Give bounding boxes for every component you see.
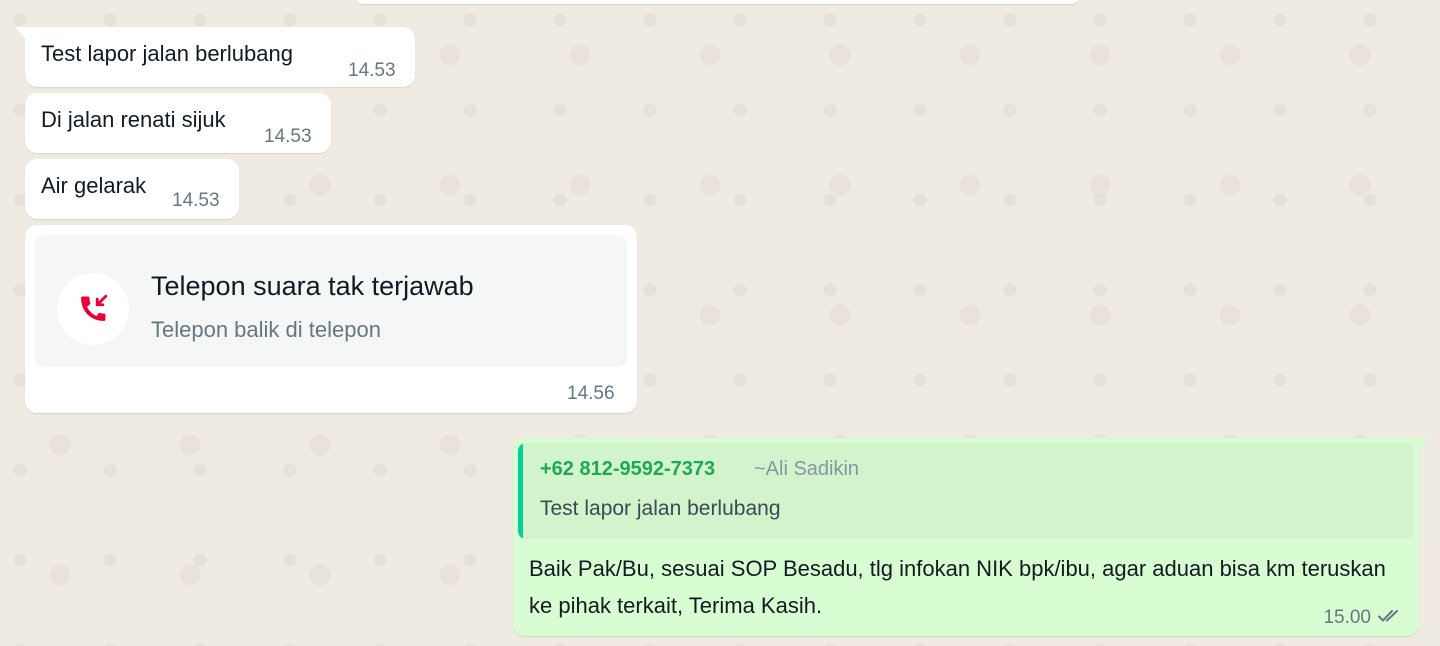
call-title: Telepon suara tak terjawab: [151, 271, 474, 301]
message-time: 14.53: [348, 60, 396, 81]
quoted-message[interactable]: +62 812-9592-7373 ~Ali Sadikin Test lapo…: [518, 443, 1414, 539]
message-time: 14.53: [172, 190, 220, 211]
double-check-icon: [1377, 608, 1405, 629]
message-text: Test lapor jalan berlubang: [41, 41, 293, 66]
incoming-message[interactable]: Di jalan renati sijuk 14.53: [25, 93, 331, 153]
previous-message-bubble-edge[interactable]: [355, 0, 1080, 4]
message-text: Di jalan renati sijuk: [41, 107, 226, 132]
quote-accent-bar: [518, 443, 523, 539]
message-time: 14.53: [264, 126, 312, 147]
missed-call-icon: [57, 273, 129, 345]
message-time: 14.56: [567, 383, 615, 404]
missed-call-card[interactable]: Telepon suara tak terjawab Telepon balik…: [35, 235, 627, 367]
incoming-message[interactable]: Air gelarak 14.53: [25, 159, 239, 219]
quoted-sender-name: ~Ali Sadikin: [754, 458, 860, 480]
incoming-message[interactable]: Test lapor jalan berlubang 14.53: [15, 27, 415, 87]
outgoing-message[interactable]: +62 812-9592-7373 ~Ali Sadikin Test lapo…: [513, 438, 1429, 636]
message-time: 15.00: [1323, 607, 1371, 628]
call-subtitle: Telepon balik di telepon: [151, 317, 381, 342]
message-text: Air gelarak: [41, 173, 147, 198]
message-text: Baik Pak/Bu, sesuai SOP Besadu, tlg info…: [529, 556, 1386, 618]
quoted-text: Test lapor jalan berlubang: [540, 497, 781, 520]
quoted-sender-phone: +62 812-9592-7373: [540, 458, 716, 480]
missed-call-message[interactable]: Telepon suara tak terjawab Telepon balik…: [25, 225, 637, 413]
message-status: 15.00: [1323, 607, 1405, 629]
chat-message-area[interactable]: Test lapor jalan berlubang 14.53 Di jala…: [0, 0, 1440, 646]
